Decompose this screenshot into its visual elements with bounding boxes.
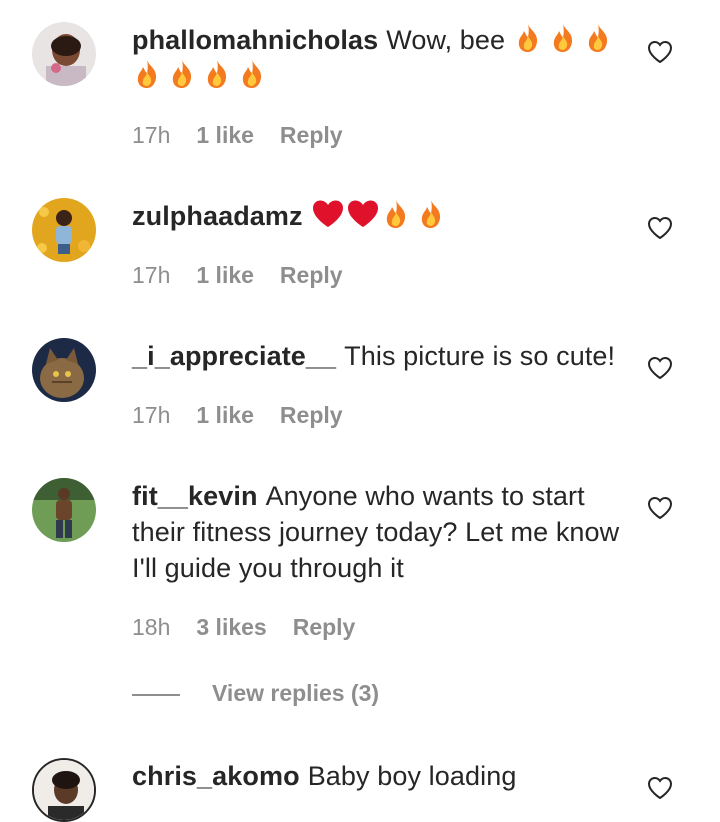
comment-text: phallomahnicholas Wow, bee (132, 22, 622, 94)
comment-time: 17h (132, 262, 171, 288)
avatar[interactable] (32, 22, 96, 86)
comment-username[interactable]: chris_akomo (132, 761, 300, 791)
reply-button[interactable]: Reply (280, 402, 343, 429)
fire-icon (513, 22, 543, 54)
view-replies-divider (132, 694, 180, 696)
comment-body: This picture is so cute! (344, 341, 616, 371)
heart-icon[interactable] (647, 776, 673, 800)
reply-button[interactable]: Reply (280, 122, 343, 149)
comments-list: phallomahnicholas Wow, bee 17h 1 like Reply… (0, 0, 720, 822)
fire-icon (202, 58, 232, 90)
red-heart-icon (346, 198, 380, 230)
comment-meta: 18h 3 likes Reply (132, 614, 355, 641)
comment-like-count[interactable]: 1 like (196, 262, 254, 289)
comment-meta: 17h 1 like Reply (132, 262, 343, 289)
comment-body: Wow, bee (386, 25, 506, 55)
comment-text: _i_appreciate__ This picture is so cute! (132, 338, 622, 374)
avatar[interactable] (32, 758, 96, 822)
comment-time: 17h (132, 402, 171, 428)
heart-icon[interactable] (647, 216, 673, 240)
heart-icon[interactable] (647, 356, 673, 380)
comment-username[interactable]: phallomahnicholas (132, 25, 378, 55)
comment-meta: 17h 1 like Reply (132, 122, 343, 149)
heart-icon[interactable] (647, 496, 673, 520)
comment-time: 17h (132, 122, 171, 148)
comment-username[interactable]: fit__kevin (132, 481, 258, 511)
comment-body: Baby boy loading (307, 761, 517, 791)
comment-username[interactable]: _i_appreciate__ (132, 341, 336, 371)
fire-icon (237, 58, 267, 90)
avatar[interactable] (32, 338, 96, 402)
fire-icon (583, 22, 613, 54)
view-replies-label[interactable]: View replies (3) (212, 680, 379, 707)
avatar[interactable] (32, 198, 96, 262)
reply-button[interactable]: Reply (293, 614, 356, 641)
fire-icon (381, 198, 411, 230)
comment-text: zulphaadamz (132, 198, 622, 234)
comment-text: chris_akomo Baby boy loading (132, 758, 622, 794)
fire-icon (132, 58, 162, 90)
red-heart-icon (311, 198, 345, 230)
fire-icon (416, 198, 446, 230)
comment-time: 18h (132, 614, 171, 640)
comment-like-count[interactable]: 3 likes (196, 614, 266, 641)
comment-meta: 17h 1 like Reply (132, 402, 343, 429)
reply-button[interactable]: Reply (280, 262, 343, 289)
comment-like-count[interactable]: 1 like (196, 402, 254, 429)
fire-icon (548, 22, 578, 54)
avatar[interactable] (32, 478, 96, 542)
comment-text: fit__kevin Anyone who wants to start thei… (132, 478, 622, 586)
fire-icon (167, 58, 197, 90)
comment-like-count[interactable]: 1 like (196, 122, 254, 149)
comment-username[interactable]: zulphaadamz (132, 201, 303, 231)
heart-icon[interactable] (647, 40, 673, 64)
